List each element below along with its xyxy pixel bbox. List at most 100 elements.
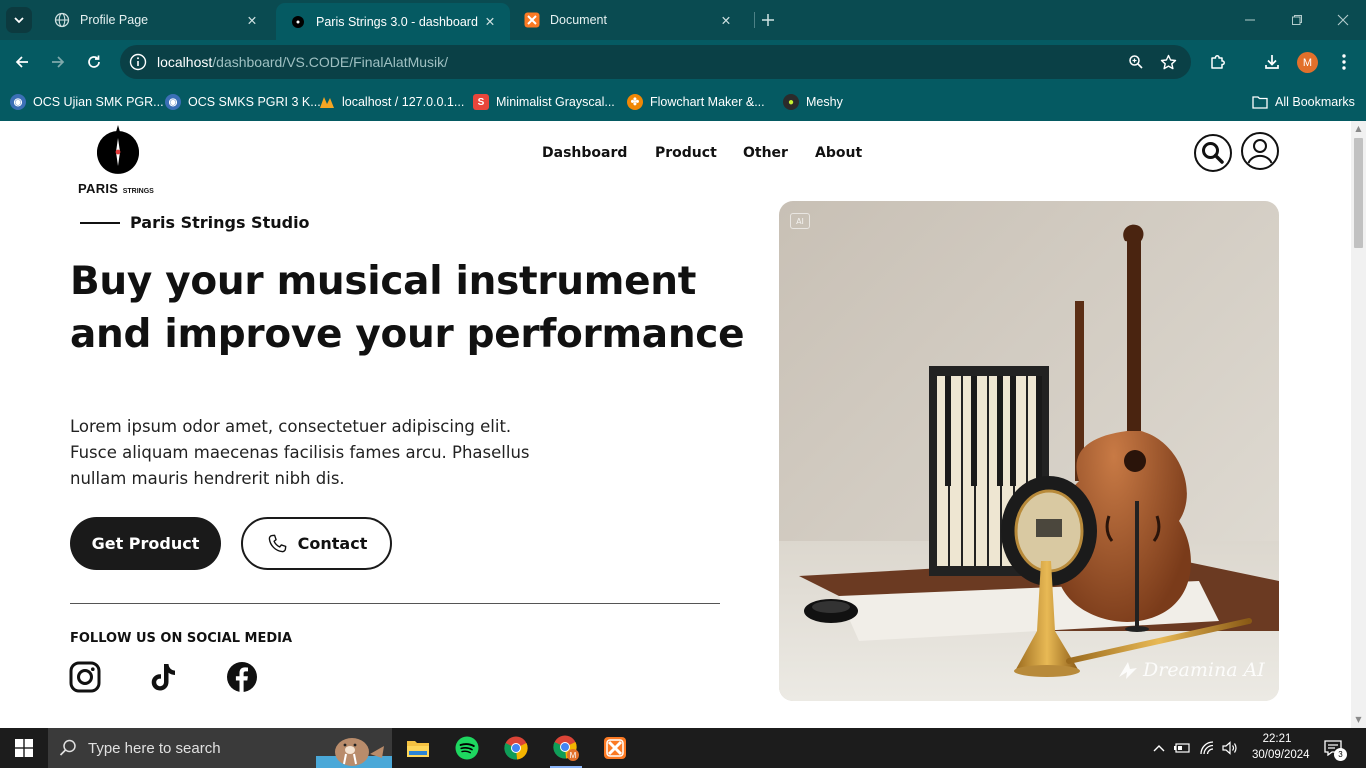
follow-heading: FOLLOW US ON SOCIAL MEDIA	[70, 631, 293, 646]
minimize-icon[interactable]	[1240, 10, 1260, 30]
battery-icon[interactable]	[1173, 739, 1191, 757]
new-tab-plus-icon[interactable]	[758, 10, 778, 30]
bookmark-localhost[interactable]: localhost / 127.0.0.1...	[319, 92, 464, 112]
file-explorer-icon[interactable]	[394, 728, 442, 768]
wifi-icon[interactable]	[1198, 739, 1216, 757]
bookmark-meshy[interactable]: ● Meshy	[783, 92, 843, 112]
hero-desc-line: Lorem ipsum odor amet, consectetuer adip…	[70, 417, 512, 436]
xampp-icon	[524, 12, 540, 28]
tab-strip: Profile Page ✕ Paris Strings 3.0 - dashb…	[0, 0, 1366, 40]
address-bar[interactable]: localhost/dashboard/VS.CODE/FinalAlatMus…	[120, 45, 1191, 79]
volume-icon[interactable]	[1221, 739, 1239, 757]
download-icon[interactable]	[1260, 50, 1284, 74]
slidesgo-icon: S	[473, 94, 489, 110]
image-watermark: Dreamina AI	[1117, 659, 1265, 681]
taskbar-clock[interactable]: 22:21 30/09/2024	[1252, 731, 1310, 763]
globe-icon	[54, 12, 70, 28]
drawio-icon: ✤	[627, 94, 643, 110]
scroll-thumb[interactable]	[1354, 138, 1363, 248]
eyebrow-text: Paris Strings Studio	[130, 213, 310, 232]
phone-icon	[268, 534, 287, 552]
search-icon[interactable]	[1193, 133, 1233, 173]
extensions-icon[interactable]	[1206, 50, 1230, 74]
hero-title-line: Buy your musical instrument	[70, 259, 697, 304]
logo-wordmark: PARIS STRINGS	[78, 180, 154, 198]
browser-menu-icon[interactable]	[1332, 50, 1356, 74]
facebook-icon[interactable]	[226, 661, 258, 693]
logo-main-text: PARIS	[78, 181, 119, 196]
tab-profile-page[interactable]: Profile Page ✕	[40, 0, 272, 40]
dreamina-logo-icon	[1119, 662, 1137, 679]
windows-taskbar: Type here to search M 22:21 30/09/2024 3	[0, 728, 1366, 768]
forward-arrow-icon[interactable]	[46, 50, 70, 74]
meshy-icon: ●	[783, 94, 799, 110]
clock-date: 30/09/2024	[1252, 749, 1310, 761]
bookmark-ocs-smks[interactable]: ◉ OCS SMKS PGRI 3 K...	[165, 92, 321, 112]
bookmarks-bar: ◉ OCS Ujian SMK PGR... ◉ OCS SMKS PGRI 3…	[0, 84, 1366, 121]
get-product-button[interactable]: Get Product	[70, 517, 221, 570]
bookmark-flowchart[interactable]: ✤ Flowchart Maker &...	[627, 92, 765, 112]
chrome-profile-icon[interactable]: M	[542, 728, 590, 768]
bookmark-ocs-ujian[interactable]: ◉ OCS Ujian SMK PGR...	[10, 92, 164, 112]
close-icon[interactable]: ✕	[718, 12, 734, 28]
tab-title: Document	[550, 13, 607, 27]
windows-start-icon[interactable]	[0, 728, 48, 768]
nav-about[interactable]: About	[815, 145, 862, 161]
url-host: localhost	[157, 54, 213, 70]
close-icon[interactable]: ✕	[482, 14, 498, 30]
bookmark-label: Flowchart Maker &...	[650, 95, 765, 109]
chrome-icon[interactable]	[492, 728, 540, 768]
restore-icon[interactable]	[1287, 10, 1307, 30]
tab-document[interactable]: Document ✕	[510, 0, 746, 40]
all-bookmarks-button[interactable]: All Bookmarks	[1252, 92, 1355, 112]
tab-search-button[interactable]	[6, 7, 32, 33]
browser-toolbar: localhost/dashboard/VS.CODE/FinalAlatMus…	[0, 40, 1366, 84]
close-icon[interactable]: ✕	[244, 12, 260, 28]
zoom-icon[interactable]	[1126, 52, 1146, 72]
bookmark-star-icon[interactable]	[1158, 52, 1178, 72]
hero-desc-line: Fusce aliquam maecenas facilisis fames a…	[70, 443, 530, 462]
bookmark-label: Meshy	[806, 95, 843, 109]
notification-count-badge: 3	[1334, 748, 1347, 761]
reload-icon[interactable]	[82, 50, 106, 74]
all-bookmarks-label: All Bookmarks	[1275, 95, 1355, 109]
get-product-label: Get Product	[91, 534, 200, 553]
nav-product[interactable]: Product	[655, 145, 717, 161]
instagram-icon[interactable]	[69, 661, 101, 693]
taskbar-search-box[interactable]: Type here to search	[48, 728, 392, 768]
content-divider	[70, 603, 720, 604]
ai-badge: AI	[790, 213, 810, 229]
clock-time: 22:21	[1262, 733, 1292, 745]
user-account-icon[interactable]	[1240, 131, 1280, 171]
logo-mark-icon	[97, 125, 139, 174]
hero-desc-line: nullam mauris hendrerit nibh dis.	[70, 469, 345, 488]
bookmark-label: localhost / 127.0.0.1...	[342, 95, 465, 109]
contact-label: Contact	[297, 534, 368, 553]
phpmyadmin-icon	[319, 94, 335, 110]
musical-instruments-illustration	[779, 201, 1279, 701]
taskbar-search-placeholder: Type here to search	[88, 739, 221, 757]
site-logo[interactable]: PARIS STRINGS	[76, 124, 164, 196]
url-path: /dashboard/VS.CODE/FinalAlatMusik/	[212, 54, 449, 70]
back-arrow-icon[interactable]	[10, 50, 34, 74]
profile-avatar[interactable]: M	[1297, 52, 1318, 73]
tiktok-icon[interactable]	[147, 661, 179, 693]
site-info-icon[interactable]	[128, 52, 148, 72]
nav-other[interactable]: Other	[743, 145, 788, 161]
bookmark-label: OCS Ujian SMK PGR...	[33, 95, 164, 109]
contact-button[interactable]: Contact	[241, 517, 392, 570]
bookmark-minimalist[interactable]: S Minimalist Grayscal...	[473, 92, 615, 112]
hero-instrument-image: AI Dreamina AI	[779, 201, 1279, 701]
scroll-down-arrow-icon[interactable]: ▼	[1354, 715, 1363, 724]
window-close-icon[interactable]	[1333, 10, 1353, 30]
paris-strings-favicon-icon	[290, 14, 306, 30]
page-scrollbar[interactable]: ▲ ▼	[1351, 121, 1366, 728]
nav-dashboard[interactable]: Dashboard	[542, 145, 627, 161]
tab-paris-strings[interactable]: Paris Strings 3.0 - dashboard ✕	[276, 3, 510, 40]
spotify-icon[interactable]	[443, 728, 491, 768]
page-viewport: PARIS STRINGS Dashboard Product Other Ab…	[0, 121, 1366, 728]
scroll-up-arrow-icon[interactable]: ▲	[1354, 124, 1363, 133]
xampp-icon[interactable]	[591, 728, 639, 768]
tab-separator	[754, 12, 755, 28]
show-hidden-icons-chevron-icon[interactable]	[1150, 739, 1168, 757]
